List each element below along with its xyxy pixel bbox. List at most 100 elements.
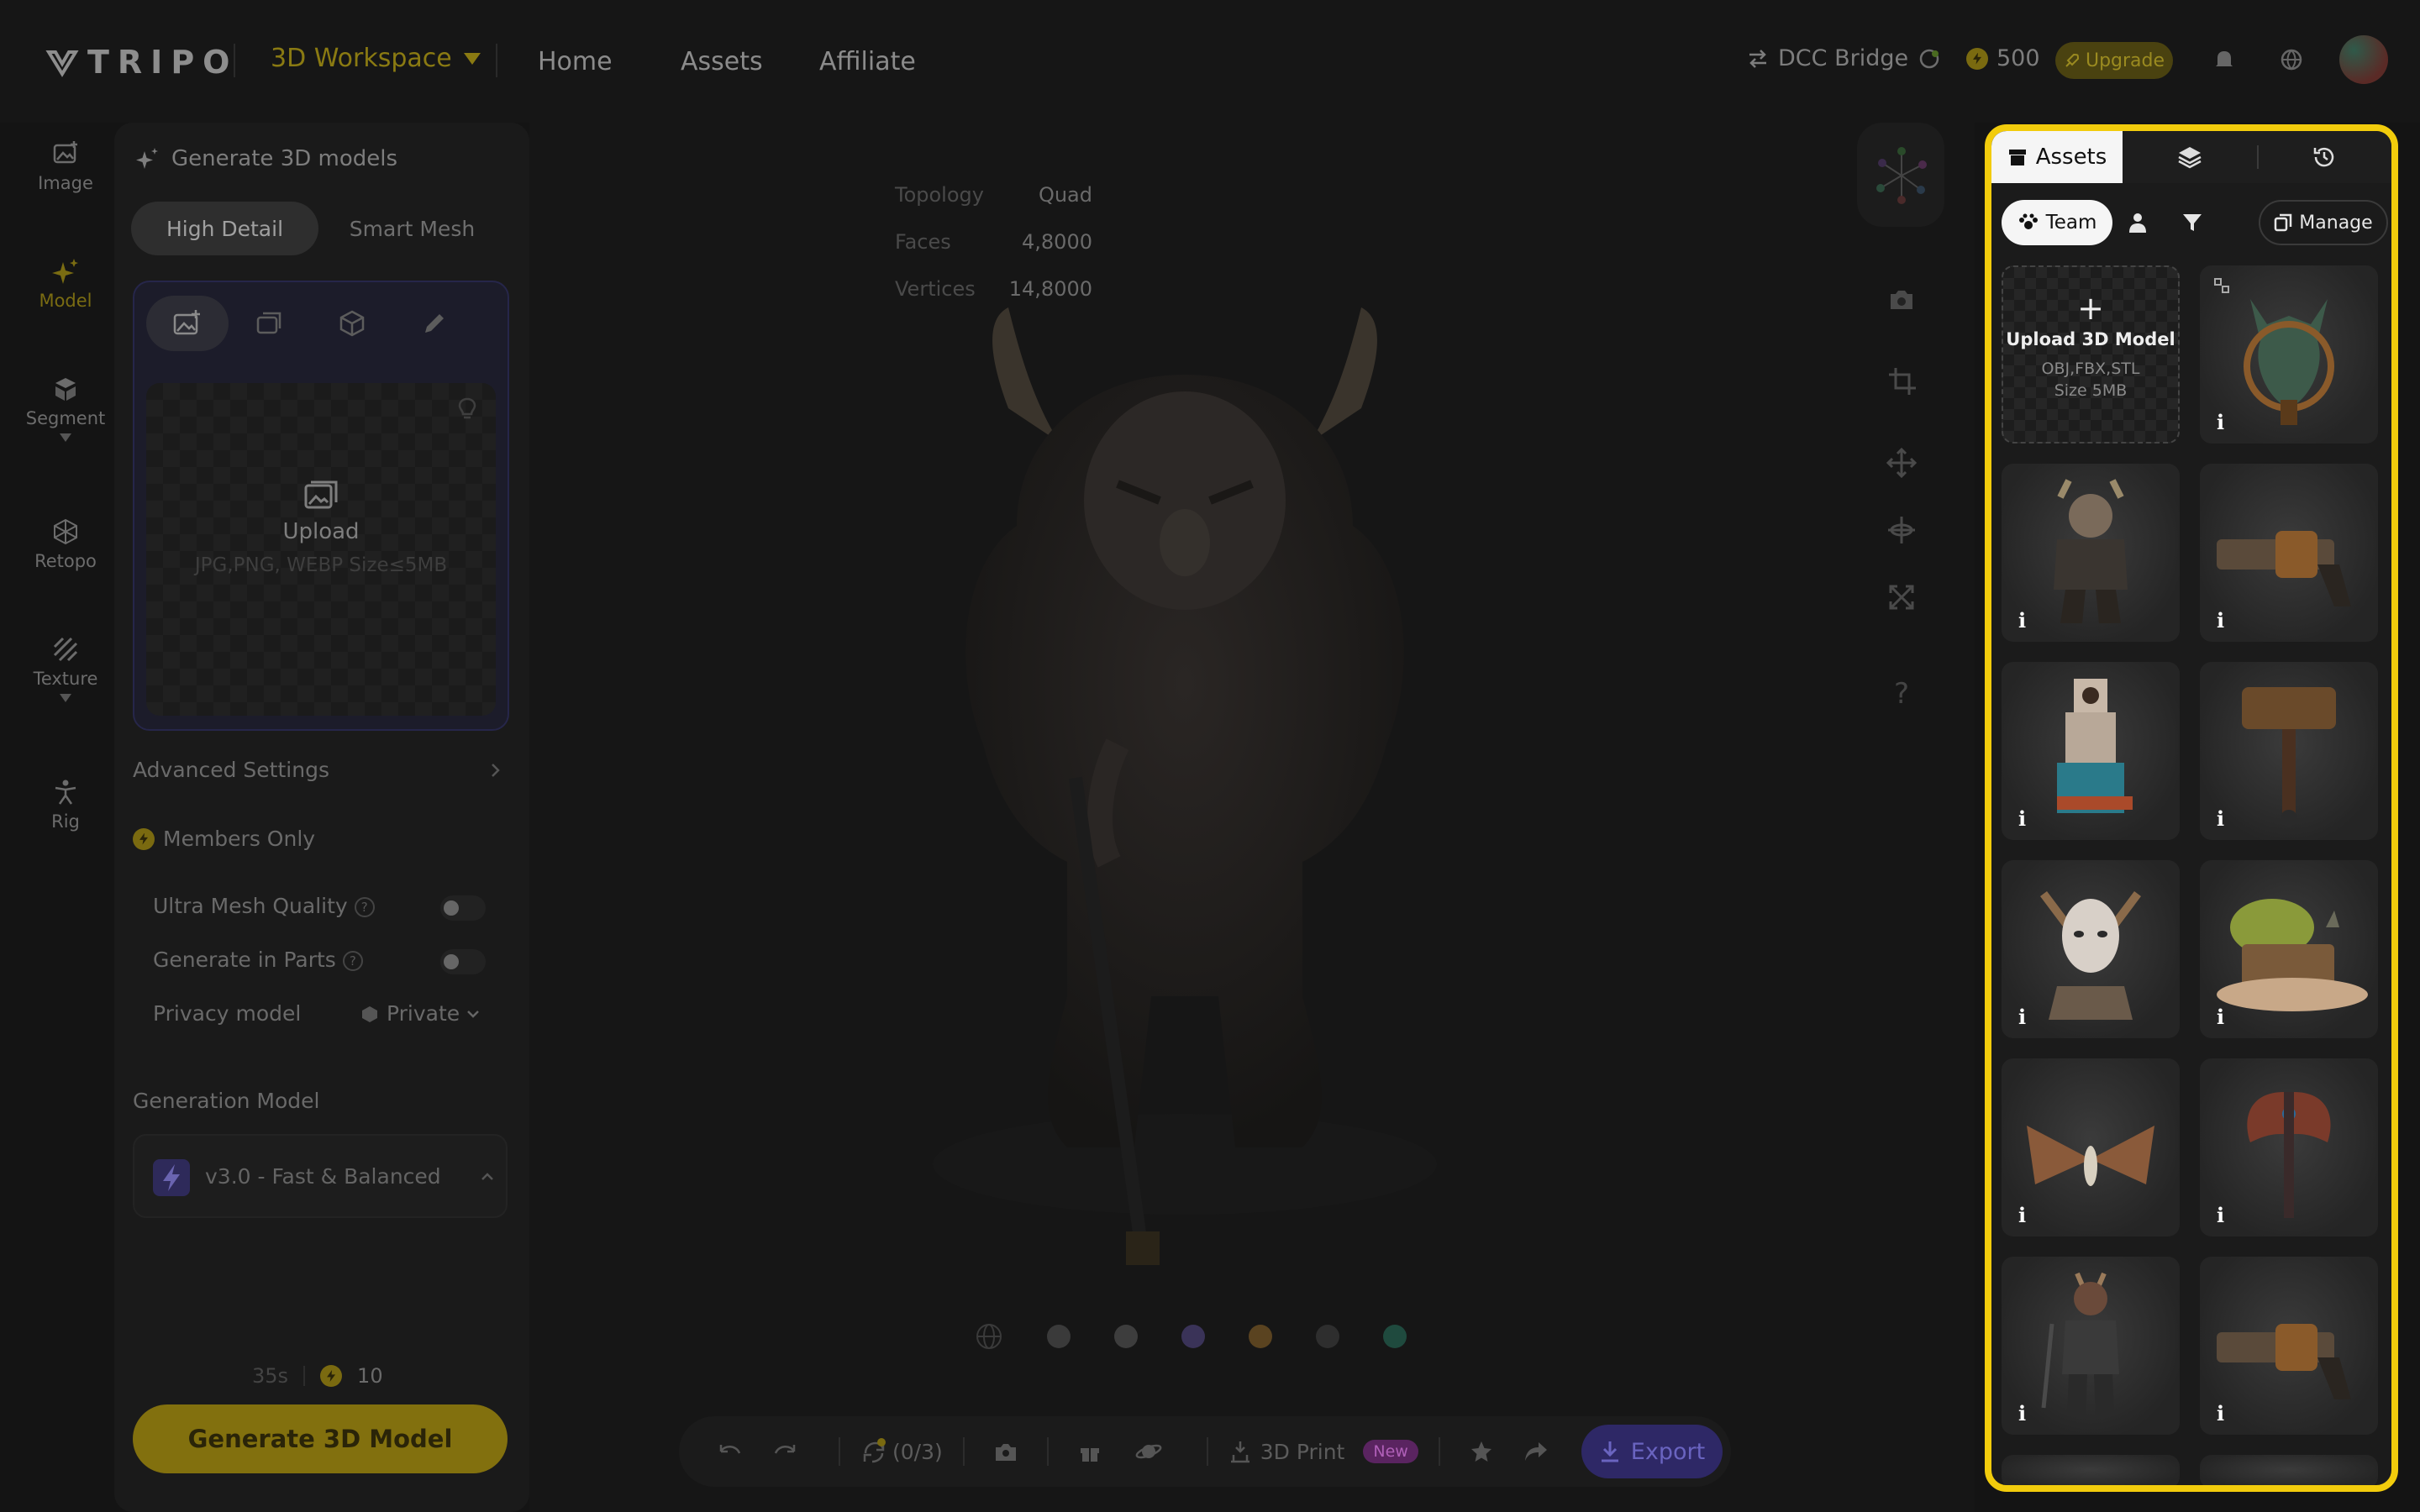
undo-button[interactable] xyxy=(709,1416,751,1487)
asset-tile-clock-tower-house[interactable]: i xyxy=(2002,662,2180,840)
info-icon[interactable]: i xyxy=(2217,410,2235,434)
rail-item-texture[interactable]: Texture xyxy=(24,635,108,702)
asset-tile-partial[interactable] xyxy=(2002,1455,2180,1485)
screenshot-button[interactable] xyxy=(985,1416,1027,1487)
mode-high-detail[interactable]: High Detail xyxy=(131,202,318,255)
credit-cost: 10 xyxy=(357,1364,383,1388)
info-icon[interactable]: i xyxy=(2018,608,2037,633)
3d-print-button[interactable]: 3D Print New xyxy=(1228,1416,1418,1487)
nav-affiliate[interactable]: Affiliate xyxy=(819,47,916,76)
advanced-settings-toggle[interactable]: Advanced Settings xyxy=(133,758,329,782)
export-button[interactable]: Export xyxy=(1581,1425,1723,1478)
credits-display[interactable]: 500 xyxy=(1966,45,2040,71)
redo-button[interactable] xyxy=(751,1416,818,1487)
dcc-bridge-button[interactable]: DCC Bridge xyxy=(1746,45,1942,71)
crop-grid-icon[interactable] xyxy=(1884,363,1919,398)
share-button[interactable] xyxy=(1502,1416,1570,1487)
top-bar: TRIPO 3D Workspace Home Assets Affiliate… xyxy=(0,0,2420,123)
material-swatch[interactable] xyxy=(1181,1325,1205,1348)
globe-icon[interactable] xyxy=(2279,47,2304,72)
workspace-dropdown[interactable]: 3D Workspace xyxy=(271,44,481,73)
ultra-mesh-label: Ultra Mesh Quality xyxy=(153,894,348,918)
asset-tile-old-goblin[interactable]: i xyxy=(2002,464,2180,642)
help-icon[interactable]: ? xyxy=(342,951,363,971)
rail-item-rig[interactable]: Rig xyxy=(24,778,108,832)
asset-tile-moth[interactable]: i xyxy=(2002,1058,2180,1236)
info-icon[interactable]: i xyxy=(2217,608,2235,633)
favorite-button[interactable] xyxy=(1460,1416,1502,1487)
orbit-button[interactable] xyxy=(1111,1416,1186,1487)
tab-sketch[interactable] xyxy=(393,296,476,351)
gift-button[interactable] xyxy=(1069,1416,1111,1487)
rail-item-model[interactable]: Model xyxy=(24,257,108,311)
view-gizmo[interactable] xyxy=(1857,123,1944,227)
bell-icon[interactable] xyxy=(2212,47,2237,72)
lightbulb-icon[interactable] xyxy=(457,396,477,422)
info-icon[interactable]: i xyxy=(2217,1005,2235,1029)
info-icon[interactable]: i xyxy=(2018,806,2037,831)
tab-3d-input[interactable] xyxy=(311,296,393,351)
wireframe-sphere-icon[interactable] xyxy=(975,1322,1003,1351)
tab-single-image[interactable] xyxy=(146,296,229,351)
gift-icon xyxy=(1080,1448,1099,1462)
generate-3d-model-button[interactable]: Generate 3D Model xyxy=(133,1404,508,1473)
generate-parts-toggle[interactable] xyxy=(440,949,486,974)
tab-assets[interactable]: Assets xyxy=(1991,131,2123,183)
material-swatch[interactable] xyxy=(1047,1325,1071,1348)
3d-viewport[interactable]: Topology Quad Faces 4,8000 Vertices 14,8… xyxy=(529,123,1975,1512)
ultra-mesh-toggle[interactable] xyxy=(440,895,486,921)
info-icon[interactable]: i xyxy=(2018,1203,2037,1227)
manage-button[interactable]: Manage xyxy=(2259,200,2388,245)
help-icon[interactable]: ? xyxy=(354,897,375,917)
nav-assets[interactable]: Assets xyxy=(681,47,763,76)
material-swatch[interactable] xyxy=(1316,1325,1339,1348)
upload-dropzone[interactable]: Upload JPG,PNG, WEBP Size≤5MB xyxy=(146,383,496,716)
asset-tile-armored-warrior[interactable]: i xyxy=(2002,1257,2180,1435)
expand-icon[interactable] xyxy=(1884,580,1919,615)
chevron-right-icon[interactable] xyxy=(491,763,501,778)
info-icon[interactable]: i xyxy=(2018,1401,2037,1425)
asset-tile-steampunk-gun-2[interactable]: i xyxy=(2200,1257,2378,1435)
filter-funnel-icon[interactable] xyxy=(2181,212,2203,234)
camera-icon[interactable] xyxy=(1884,282,1919,318)
asset-tile-mushroom-house[interactable]: i xyxy=(2200,860,2378,1038)
help-button[interactable]: ? xyxy=(1884,677,1919,712)
info-icon[interactable]: i xyxy=(2018,1005,2037,1029)
tab-multi-image[interactable] xyxy=(229,296,311,351)
rail-item-segment[interactable]: Segment xyxy=(24,375,108,442)
generation-model-select[interactable]: v3.0 - Fast & Balanced xyxy=(133,1134,508,1218)
generation-model-value: v3.0 - Fast & Balanced xyxy=(205,1164,441,1189)
material-swatch[interactable] xyxy=(1114,1325,1138,1348)
rotate-icon[interactable] xyxy=(1884,512,1919,548)
privacy-dropdown[interactable]: Private xyxy=(360,1001,480,1026)
upload-3d-model-tile[interactable]: + Upload 3D Model OBJ,FBX,STL Size 5MB xyxy=(2002,265,2180,444)
asset-tile-steampunk-gun[interactable]: i xyxy=(2200,464,2378,642)
mode-smart-mesh[interactable]: Smart Mesh xyxy=(318,202,506,255)
upgrade-button[interactable]: Upgrade xyxy=(2055,42,2173,79)
rail-item-retopo[interactable]: Retopo xyxy=(24,517,108,571)
manage-label: Manage xyxy=(2299,212,2373,234)
assets-panel-tabs: Assets xyxy=(1991,131,2391,183)
material-swatch[interactable] xyxy=(1249,1325,1272,1348)
viewport-toolbar: ? xyxy=(1864,249,1939,719)
user-avatar[interactable] xyxy=(2339,35,2388,84)
retry-button[interactable]: (0/3) xyxy=(860,1416,943,1487)
person-icon[interactable] xyxy=(2128,212,2148,234)
info-icon[interactable]: i xyxy=(2217,1203,2235,1227)
asset-tile-partial[interactable] xyxy=(2200,1455,2378,1485)
tab-history[interactable] xyxy=(2259,131,2390,183)
asset-tile-elf-bust[interactable]: i xyxy=(2002,860,2180,1038)
info-icon[interactable]: i xyxy=(2217,806,2235,831)
tab-layers[interactable] xyxy=(2123,131,2257,183)
move-icon[interactable] xyxy=(1884,445,1919,480)
assets-panel: Assets Team Manage + Upload 3D Model OBJ… xyxy=(1985,124,2398,1492)
material-swatch[interactable] xyxy=(1383,1325,1407,1348)
rail-item-image[interactable]: Image xyxy=(24,139,108,193)
team-filter-chip[interactable]: Team xyxy=(2002,200,2112,245)
asset-tile-dragon-bust[interactable]: i xyxy=(2200,265,2378,444)
tripo-logo[interactable]: TRIPO xyxy=(45,44,238,81)
asset-tile-battle-axe[interactable]: i xyxy=(2200,1058,2378,1236)
nav-home[interactable]: Home xyxy=(538,47,613,76)
asset-tile-war-hammer[interactable]: i xyxy=(2200,662,2378,840)
info-icon[interactable]: i xyxy=(2217,1401,2235,1425)
